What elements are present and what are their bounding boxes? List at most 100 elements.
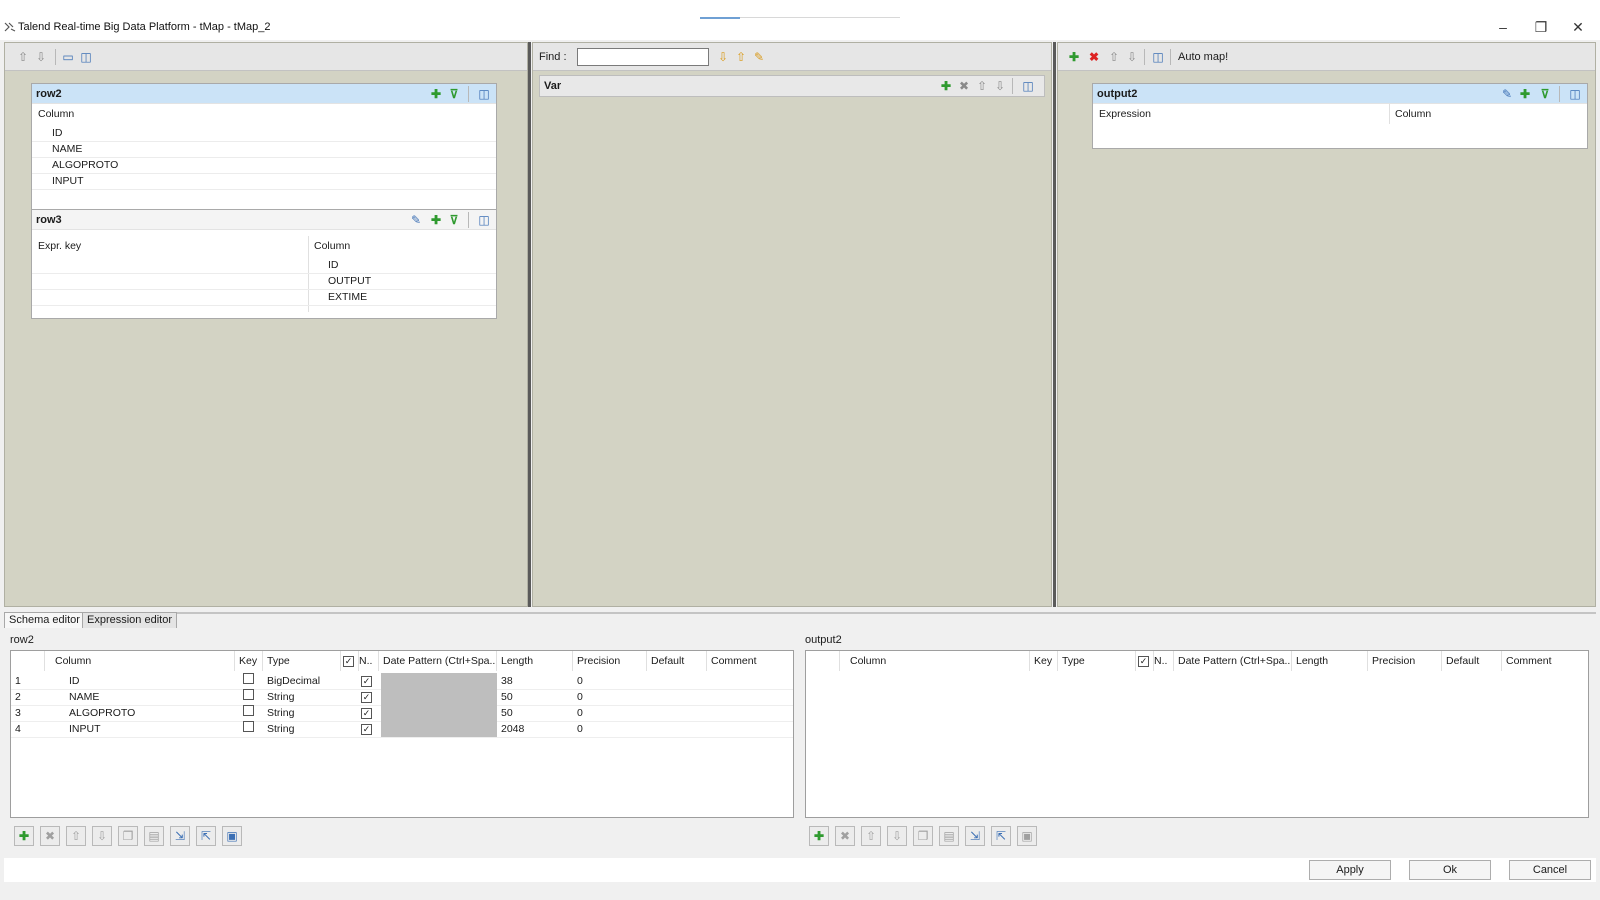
import-schema-button[interactable]: ⇲ (170, 826, 190, 846)
column-header[interactable]: Column (840, 651, 1030, 671)
ok-button[interactable]: Ok (1409, 860, 1491, 880)
length-cell[interactable]: 50 (497, 705, 573, 721)
import-schema-button[interactable]: ⇲ (965, 826, 985, 846)
precision-header[interactable]: Precision (573, 651, 647, 671)
filter-icon[interactable]: ⊽ (446, 86, 462, 102)
move-up-button[interactable]: ⇧ (861, 826, 881, 846)
table-row[interactable]: ALGOPROTO (32, 158, 496, 174)
export-schema-button[interactable]: ⇱ (991, 826, 1011, 846)
table-header[interactable]: row3 ✎ ✚ ⊽ ◫ (32, 210, 496, 230)
length-cell[interactable]: 38 (497, 673, 573, 689)
remove-column-button[interactable]: ✖ (40, 826, 60, 846)
table-row[interactable]: NAME (32, 142, 496, 158)
copy-button[interactable]: ❐ (118, 826, 138, 846)
right-schema-table[interactable]: Column Key Type ✓ N.. Date Pattern (Ctrl… (805, 650, 1589, 818)
date-pattern-cell[interactable] (381, 673, 497, 689)
table-row[interactable]: INPUT (32, 174, 496, 190)
table-row[interactable]: ID (32, 258, 496, 274)
move-down-icon[interactable]: ⇩ (992, 78, 1008, 94)
save-schema-button[interactable]: ▣ (222, 826, 242, 846)
type-cell[interactable]: BigDecimal (263, 673, 341, 689)
column-header[interactable]: Column (45, 651, 235, 671)
key-checkbox[interactable] (235, 673, 263, 689)
move-down-button[interactable]: ⇩ (92, 826, 112, 846)
export-schema-button[interactable]: ⇱ (196, 826, 216, 846)
remove-output-icon[interactable]: ✖ (1086, 49, 1102, 65)
type-cell[interactable]: String (263, 689, 341, 705)
add-filter-icon[interactable]: ✚ (428, 212, 444, 228)
var-table-header[interactable]: Var ✚ ✖ ⇧ ⇩ ◫ (539, 75, 1045, 97)
toggle-view-icon[interactable]: ◫ (78, 49, 94, 65)
length-header[interactable]: Length (497, 651, 573, 671)
auto-map-button[interactable]: Auto map! (1178, 51, 1228, 63)
find-input[interactable] (577, 48, 709, 66)
add-column-button[interactable]: ✚ (809, 826, 829, 846)
apply-button[interactable]: Apply (1309, 860, 1391, 880)
move-up-icon[interactable]: ⇧ (974, 78, 990, 94)
settings-wrench-icon[interactable]: ✎ (1499, 86, 1515, 102)
save-schema-button[interactable]: ▣ (1017, 826, 1037, 846)
date-pattern-header[interactable]: Date Pattern (Ctrl+Spa... (1174, 651, 1292, 671)
add-column-button[interactable]: ✚ (14, 826, 34, 846)
move-up-icon[interactable]: ⇧ (15, 49, 31, 65)
panel-splitter[interactable] (528, 42, 531, 607)
column-cell[interactable]: NAME (45, 689, 235, 705)
type-header[interactable]: Type (263, 651, 341, 671)
nullable-header[interactable]: N.. (1154, 651, 1174, 671)
minimize-tables-icon[interactable]: ▭ (60, 49, 76, 65)
close-button[interactable]: ✕ (1555, 14, 1600, 40)
type-cell[interactable]: String (263, 705, 341, 721)
nullable-checkbox[interactable]: ✓ (359, 689, 379, 705)
date-pattern-cell[interactable] (381, 689, 497, 705)
remove-icon[interactable]: ✖ (956, 78, 972, 94)
table-row[interactable]: OUTPUT (32, 274, 496, 290)
filter-icon[interactable]: ⊽ (446, 212, 462, 228)
comment-header[interactable]: Comment (1502, 651, 1588, 671)
copy-button[interactable]: ❐ (913, 826, 933, 846)
find-previous-icon[interactable]: ⇧ (733, 49, 749, 65)
date-pattern-cell[interactable] (381, 721, 497, 737)
column-cell[interactable]: INPUT (45, 721, 235, 737)
panel-splitter[interactable] (1053, 42, 1056, 607)
minimize-table-icon[interactable]: ◫ (476, 212, 492, 228)
nullable-checkbox[interactable]: ✓ (359, 673, 379, 689)
cancel-button[interactable]: Cancel (1509, 860, 1591, 880)
minimize-table-icon[interactable]: ◫ (476, 86, 492, 102)
key-checkbox[interactable] (235, 721, 263, 737)
table-header[interactable]: row2 ✚ ⊽ ◫ (32, 84, 496, 104)
nullable-header[interactable]: N.. (359, 651, 379, 671)
minimize-table-icon[interactable]: ◫ (1567, 86, 1583, 102)
nullable-checkbox[interactable]: ✓ (359, 721, 379, 737)
toggle-view-icon[interactable]: ◫ (1150, 49, 1166, 65)
length-cell[interactable]: 50 (497, 689, 573, 705)
precision-header[interactable]: Precision (1368, 651, 1442, 671)
precision-cell[interactable]: 0 (573, 705, 647, 721)
key-checkbox[interactable] (235, 689, 263, 705)
find-next-icon[interactable]: ⇩ (715, 49, 731, 65)
table-header[interactable]: output2 ✎ ✚ ⊽ ◫ (1093, 84, 1587, 104)
column-cell[interactable]: ID (45, 673, 235, 689)
minimize-table-icon[interactable]: ◫ (1020, 78, 1036, 94)
filter-icon[interactable]: ⊽ (1537, 86, 1553, 102)
move-up-button[interactable]: ⇧ (66, 826, 86, 846)
comment-header[interactable]: Comment (707, 651, 793, 671)
add-filter-icon[interactable]: ✚ (1517, 86, 1533, 102)
default-header[interactable]: Default (1442, 651, 1502, 671)
highlight-all-icon[interactable]: ✎ (751, 49, 767, 65)
length-cell[interactable]: 2048 (497, 721, 573, 737)
move-down-button[interactable]: ⇩ (887, 826, 907, 846)
tab-schema-editor[interactable]: Schema editor (4, 612, 85, 628)
type-cell[interactable]: String (263, 721, 341, 737)
precision-cell[interactable]: 0 (573, 689, 647, 705)
nullable-all-checkbox[interactable]: ✓ (1136, 651, 1154, 671)
tab-expression-editor[interactable]: Expression editor (82, 612, 177, 628)
left-schema-table[interactable]: Column Key Type ✓ N.. Date Pattern (Ctrl… (10, 650, 794, 818)
date-pattern-cell[interactable] (381, 705, 497, 721)
output-table-output2[interactable]: output2 ✎ ✚ ⊽ ◫ Expression Column (1092, 83, 1588, 149)
paste-button[interactable]: ▤ (144, 826, 164, 846)
key-checkbox[interactable] (235, 705, 263, 721)
key-header[interactable]: Key (1030, 651, 1058, 671)
key-header[interactable]: Key (235, 651, 263, 671)
nullable-all-checkbox[interactable]: ✓ (341, 651, 359, 671)
nullable-checkbox[interactable]: ✓ (359, 705, 379, 721)
